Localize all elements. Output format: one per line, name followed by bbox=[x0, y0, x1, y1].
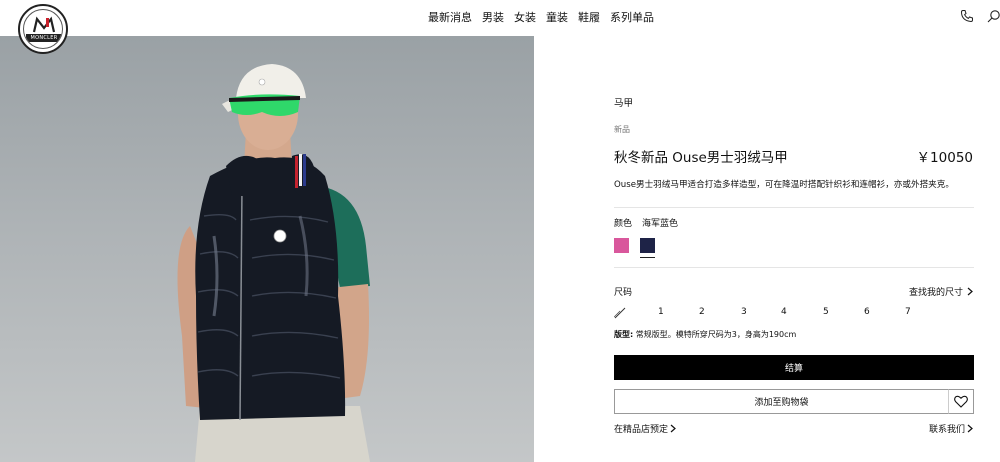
chevron-right-icon bbox=[967, 287, 973, 296]
wishlist-button[interactable] bbox=[948, 389, 974, 414]
color-swatch-navy[interactable] bbox=[640, 238, 655, 253]
color-selection-label: 颜色 海军蓝色 bbox=[614, 216, 678, 229]
fit-text: 常规版型。模特所穿尺码为3，身高为190cm bbox=[635, 330, 797, 339]
selected-swatch-indicator bbox=[640, 257, 655, 258]
product-price: ￥10050 bbox=[916, 150, 973, 166]
size-unavailable-slash bbox=[613, 307, 626, 322]
new-tag: 新品 bbox=[614, 125, 630, 134]
product-image[interactable] bbox=[0, 36, 534, 462]
phone-icon[interactable] bbox=[960, 9, 974, 23]
nav-item-men[interactable]: 男装 bbox=[482, 9, 504, 25]
fit-label: 版型: bbox=[614, 330, 634, 339]
color-label: 颜色 bbox=[614, 219, 633, 229]
nav-item-news[interactable]: 最新消息 bbox=[428, 9, 472, 25]
chevron-right-icon bbox=[967, 424, 973, 433]
contact-us-link[interactable]: 联系我们 bbox=[929, 422, 973, 435]
logo-wordmark: MONCLER bbox=[26, 34, 62, 42]
add-to-cart-button[interactable]: 添加至购物袋 bbox=[614, 389, 949, 414]
divider bbox=[614, 207, 974, 208]
main-nav: 最新消息 男装 女装 童装 鞋履 系列单品 bbox=[428, 9, 654, 25]
slash-icon bbox=[613, 307, 626, 319]
color-swatch-pink[interactable] bbox=[614, 238, 629, 253]
site-header: MONCLER 最新消息 男装 女装 童装 鞋履 系列单品 bbox=[0, 0, 1000, 54]
size-option[interactable]: 1 bbox=[658, 307, 664, 317]
search-icon[interactable] bbox=[986, 9, 1000, 23]
nav-item-shoes[interactable]: 鞋履 bbox=[578, 9, 600, 25]
size-option[interactable]: 7 bbox=[905, 307, 911, 317]
product-title: 秋冬新品 Ouse男士羽绒马甲 bbox=[614, 150, 788, 166]
heart-icon bbox=[954, 395, 968, 408]
chevron-right-icon bbox=[670, 424, 676, 433]
size-option[interactable]: 3 bbox=[741, 307, 747, 317]
checkout-button[interactable]: 结算 bbox=[614, 355, 974, 380]
brand-logo[interactable]: MONCLER bbox=[18, 4, 68, 54]
fit-info: 版型: 常规版型。模特所穿尺码为3，身高为190cm bbox=[614, 329, 796, 340]
selected-color-name: 海军蓝色 bbox=[642, 219, 679, 229]
header-actions bbox=[960, 9, 1000, 23]
reserve-in-store-link[interactable]: 在精品店预定 bbox=[614, 422, 676, 435]
nav-item-collections[interactable]: 系列单品 bbox=[610, 9, 654, 25]
size-option[interactable]: 4 bbox=[781, 307, 787, 317]
size-guide-label: 查找我的尺寸 bbox=[908, 288, 963, 298]
breadcrumb[interactable]: 马甲 bbox=[614, 95, 633, 109]
size-option[interactable]: 2 bbox=[699, 307, 705, 317]
size-option[interactable]: 6 bbox=[864, 307, 870, 317]
size-option[interactable]: 5 bbox=[823, 307, 829, 317]
product-details-panel: 马甲 新品 秋冬新品 Ouse男士羽绒马甲 ￥10050 Ouse男士羽绒马甲适… bbox=[534, 36, 1000, 462]
contact-us-label: 联系我们 bbox=[928, 425, 965, 435]
reserve-in-store-label: 在精品店预定 bbox=[614, 425, 669, 435]
size-label: 尺码 bbox=[614, 288, 633, 298]
size-options: 1 2 3 4 5 6 7 bbox=[613, 307, 934, 322]
logo-emblem: MONCLER bbox=[23, 9, 63, 49]
nav-item-women[interactable]: 女装 bbox=[514, 9, 536, 25]
logo-m-mark bbox=[32, 16, 56, 33]
product-description: Ouse男士羽绒马甲适合打造多样造型，可在降温时搭配针织衫和连帽衫，亦或外搭夹克… bbox=[614, 180, 954, 190]
divider bbox=[614, 267, 974, 268]
nav-item-kids[interactable]: 童装 bbox=[546, 9, 568, 25]
model-photo-illustration bbox=[177, 64, 370, 462]
size-guide-link[interactable]: 查找我的尺寸 bbox=[909, 285, 973, 298]
